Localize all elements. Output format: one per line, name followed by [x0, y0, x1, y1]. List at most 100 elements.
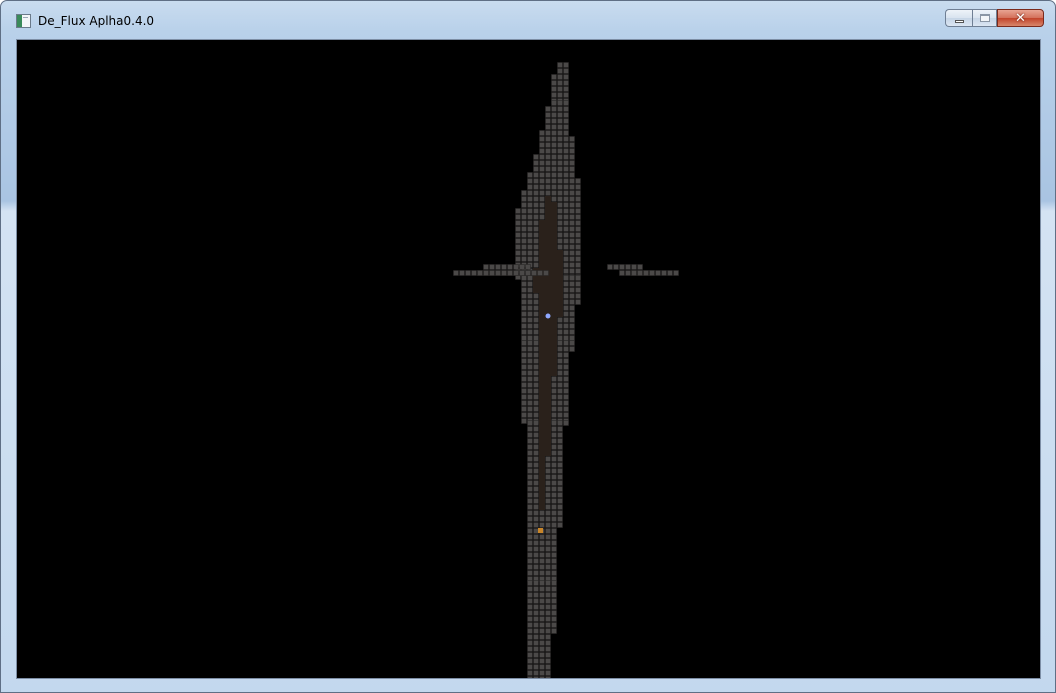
wall-tile [563, 80, 569, 86]
wall-tile [575, 281, 581, 287]
wall-tile [551, 426, 557, 432]
wall-tile [563, 178, 569, 184]
wall-tile [551, 412, 557, 418]
wall-tile [551, 462, 557, 468]
floor-tile [545, 275, 551, 281]
floor-tile [539, 311, 545, 317]
floor-tile [545, 244, 551, 250]
wall-tile [533, 444, 539, 450]
wall-tile [539, 160, 545, 166]
wall-tile [539, 628, 545, 634]
floor-tile [539, 382, 545, 388]
wall-tile [533, 305, 539, 311]
wall-tile [569, 262, 575, 268]
wall-tile [563, 232, 569, 238]
wall-tile [545, 190, 551, 196]
game-map[interactable] [17, 40, 1041, 679]
wall-tile [557, 462, 563, 468]
floor-tile [551, 329, 557, 335]
wall-tile [539, 202, 545, 208]
wall-tile [569, 232, 575, 238]
wall-tile [563, 394, 569, 400]
floor-tile [545, 220, 551, 226]
game-viewport[interactable] [16, 39, 1041, 679]
wall-tile [563, 74, 569, 80]
wall-tile [569, 202, 575, 208]
wall-tile [533, 462, 539, 468]
wall-tile [563, 317, 569, 323]
wall-tile [569, 172, 575, 178]
wall-tile [563, 400, 569, 406]
wall-tile [527, 426, 533, 432]
floor-tile [557, 268, 563, 274]
maximize-button[interactable] [972, 9, 997, 27]
wall-tile [569, 184, 575, 190]
wall-tile [557, 244, 563, 250]
wall-tile [515, 208, 521, 214]
player-marker[interactable] [545, 313, 551, 319]
wall-tile [533, 154, 539, 160]
floor-tile [551, 214, 557, 220]
wall-tile [575, 287, 581, 293]
floor-tile [545, 400, 551, 406]
title-bar[interactable]: De_Flux Aplha0.4.0 ✕ [1, 1, 1055, 38]
wall-tile [539, 652, 545, 658]
wall-tile [533, 311, 539, 317]
wall-tile [557, 214, 563, 220]
wall-tile [673, 270, 679, 276]
wall-tile [527, 462, 533, 468]
wall-tile [539, 540, 545, 546]
wall-tile [539, 640, 545, 646]
wall-tile [545, 130, 551, 136]
wall-tile [551, 510, 557, 516]
wall-tile [519, 264, 525, 270]
wall-tile [563, 268, 569, 274]
floor-tile [539, 438, 545, 444]
wall-tile [563, 311, 569, 317]
wall-tile [551, 580, 557, 586]
wall-tile [557, 92, 563, 98]
wall-tile [527, 658, 533, 664]
wall-tile [539, 208, 545, 214]
wall-tile [539, 670, 545, 676]
wall-tile [557, 154, 563, 160]
wall-tile [563, 388, 569, 394]
wall-tile [557, 456, 563, 462]
wall-tile [527, 604, 533, 610]
wall-tile [619, 270, 625, 276]
wall-tile [551, 474, 557, 480]
wall-tile [563, 142, 569, 148]
wall-tile [533, 184, 539, 190]
wall-tile [551, 106, 557, 112]
wall-tile [545, 516, 551, 522]
floor-tile [539, 275, 545, 281]
wall-tile [563, 376, 569, 382]
wall-tile [545, 610, 551, 616]
floor-tile [539, 456, 545, 462]
minimize-button[interactable] [945, 9, 972, 27]
wall-tile [545, 622, 551, 628]
wall-tile [557, 516, 563, 522]
wall-tile [527, 598, 533, 604]
floor-tile [551, 358, 557, 364]
floor-tile [545, 420, 551, 426]
item-marker[interactable] [538, 528, 543, 533]
floor-tile [539, 250, 545, 256]
floor-tile [539, 406, 545, 412]
app-window-icon[interactable] [16, 14, 31, 28]
wall-tile [557, 370, 563, 376]
wall-tile [527, 480, 533, 486]
wall-tile [545, 492, 551, 498]
floor-tile [557, 287, 563, 293]
wall-tile [575, 299, 581, 305]
wall-tile [521, 214, 527, 220]
wall-tile [557, 323, 563, 329]
wall-tile [551, 438, 557, 444]
floor-tile [545, 358, 551, 364]
wall-tile [551, 616, 557, 622]
wall-tile [563, 172, 569, 178]
close-button[interactable]: ✕ [997, 9, 1044, 27]
wall-tile [545, 498, 551, 504]
wall-tile [551, 492, 557, 498]
wall-tile [533, 540, 539, 546]
